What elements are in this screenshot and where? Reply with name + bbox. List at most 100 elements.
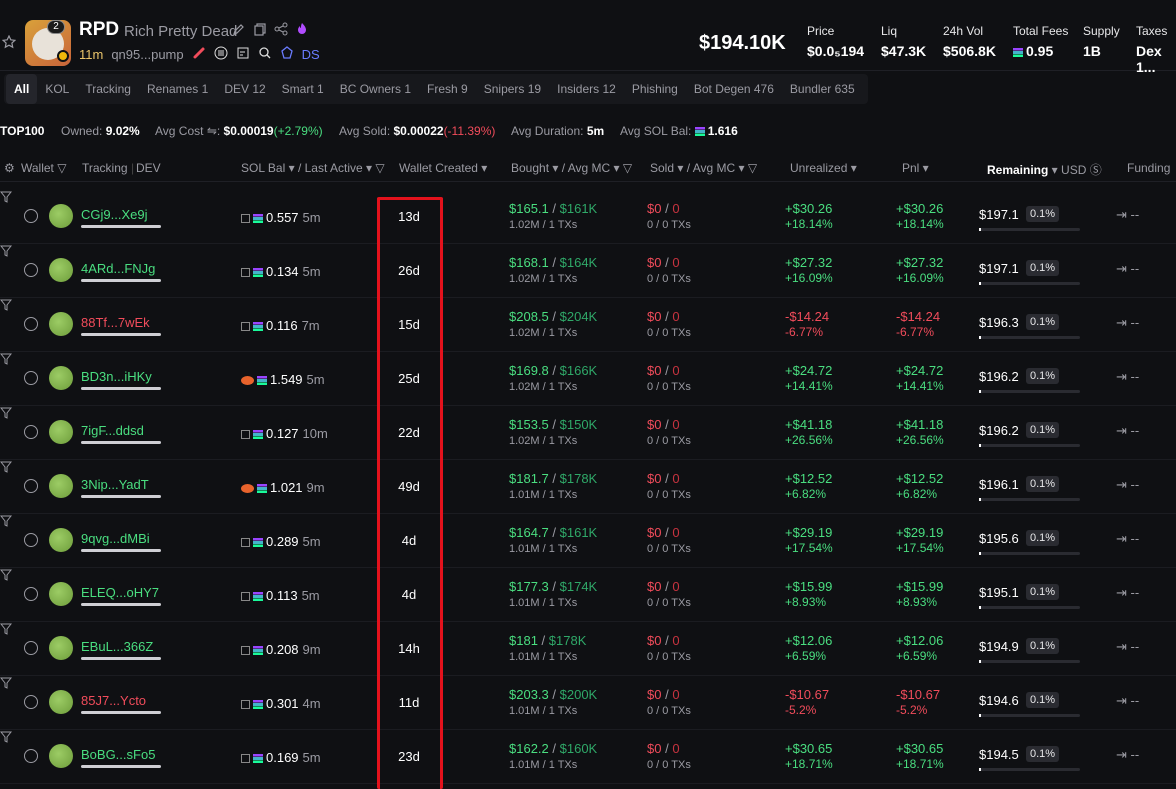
funding-cell[interactable]: ⇥ -- — [1116, 261, 1139, 277]
table-row[interactable]: 7igF...ddsd 0.127 10m 22d $153.5 / $150K 1.02… — [0, 406, 1176, 460]
tab-dev-12[interactable]: DEV 12 — [216, 74, 273, 104]
list-icon[interactable] — [24, 641, 38, 655]
filter-icon[interactable] — [0, 515, 13, 527]
list-icon[interactable] — [24, 695, 38, 709]
list-icon[interactable] — [214, 46, 228, 63]
funding-cell[interactable]: ⇥ -- — [1116, 531, 1139, 547]
filter-icon[interactable]: ▽ — [623, 161, 632, 175]
funding-icon[interactable]: ⇥ — [1116, 585, 1127, 600]
tab-snipers-19[interactable]: Snipers 19 — [476, 74, 549, 104]
funding-icon[interactable]: ⇥ — [1116, 369, 1127, 384]
wallet-address[interactable]: BD3n...iHKy — [81, 369, 152, 384]
funding-cell[interactable]: ⇥ -- — [1116, 477, 1139, 493]
token-address[interactable]: qn95...pump — [111, 47, 183, 62]
tab-bundler-635[interactable]: Bundler 635 — [782, 74, 863, 104]
filter-icon[interactable] — [0, 569, 13, 581]
pump-icon[interactable] — [192, 46, 206, 63]
col-funding[interactable]: Funding — [1127, 161, 1170, 175]
tab-bot-degen-476[interactable]: Bot Degen 476 — [686, 74, 782, 104]
wallet-address[interactable]: 3Nip...YadT — [81, 477, 149, 492]
funding-cell[interactable]: ⇥ -- — [1116, 423, 1139, 439]
tab-all[interactable]: All — [6, 74, 38, 104]
col-pnl[interactable]: Pnl ▾ — [902, 161, 929, 175]
wallet-address[interactable]: 88Tf...7wEk — [81, 315, 150, 330]
settings-icon[interactable]: ⚙ — [4, 161, 15, 175]
funding-cell[interactable]: ⇥ -- — [1116, 693, 1139, 709]
col-sold[interactable]: Sold ▾ / Avg MC ▾ ▽ — [650, 161, 757, 175]
col-remaining[interactable]: Remaining ▾ USD Ⓢ — [987, 161, 1102, 178]
filter-icon[interactable]: ▽ — [57, 161, 66, 175]
tab-insiders-12[interactable]: Insiders 12 — [549, 74, 624, 104]
funding-cell[interactable]: ⇥ -- — [1116, 315, 1139, 331]
search-icon[interactable] — [258, 46, 272, 63]
tab-phishing[interactable]: Phishing — [624, 74, 686, 104]
col-sol-bal[interactable]: SOL Bal ▾ / Last Active ▾ ▽ — [241, 161, 385, 175]
funding-icon[interactable]: ⇥ — [1116, 693, 1127, 708]
wallet-address[interactable]: 9qvg...dMBi — [81, 531, 150, 546]
tab-kol[interactable]: KOL — [37, 74, 77, 104]
tab-fresh-9[interactable]: Fresh 9 — [419, 74, 476, 104]
table-row[interactable]: 4ARd...FNJg 0.134 5m 26d $168.1 / $164K 1.02M… — [0, 244, 1176, 298]
col-tracking[interactable]: Tracking — [82, 161, 128, 175]
list-icon[interactable] — [24, 479, 38, 493]
list-icon[interactable] — [24, 533, 38, 547]
dexscreener-icon[interactable] — [280, 46, 294, 63]
filter-icon[interactable] — [0, 299, 13, 311]
funding-cell[interactable]: ⇥ -- — [1116, 369, 1139, 385]
list-icon[interactable] — [24, 425, 38, 439]
wallet-address[interactable]: 4ARd...FNJg — [81, 261, 155, 276]
filter-icon[interactable] — [0, 353, 13, 365]
share-icon[interactable] — [274, 22, 288, 36]
table-row[interactable]: BD3n...iHKy 1.549 5m 25d $169.8 / $166K 1.02M… — [0, 352, 1176, 406]
wallet-address[interactable]: BoBG...sFo5 — [81, 747, 155, 762]
funding-cell[interactable]: ⇥ -- — [1116, 207, 1139, 223]
filter-icon[interactable] — [0, 731, 13, 743]
edit-note-icon[interactable] — [236, 46, 250, 63]
funding-cell[interactable]: ⇥ -- — [1116, 747, 1139, 763]
wallet-address[interactable]: 7igF...ddsd — [81, 423, 144, 438]
filter-icon[interactable] — [0, 677, 13, 689]
table-row[interactable]: 85J7...Ycto 0.301 4m 11d $203.3 / $200K 1.01M… — [0, 676, 1176, 730]
copy-icon[interactable] — [253, 22, 267, 36]
ds-link[interactable]: DS — [302, 47, 320, 62]
col-wallet-created[interactable]: Wallet Created ▾ — [399, 161, 487, 175]
table-row[interactable]: 88Tf...7wEk 0.116 7m 15d $208.5 / $204K 1.02M… — [0, 298, 1176, 352]
list-icon[interactable] — [24, 263, 38, 277]
star-icon[interactable] — [2, 35, 16, 49]
tab-bc-owners-1[interactable]: BC Owners 1 — [332, 74, 419, 104]
currency-toggle-icon[interactable]: Ⓢ — [1090, 163, 1102, 177]
filter-icon[interactable]: ▽ — [375, 161, 384, 175]
table-row[interactable]: 9qvg...dMBi 0.289 5m 4d $164.7 / $161K 1.01M … — [0, 514, 1176, 568]
filter-icon[interactable] — [0, 407, 13, 419]
wallet-address[interactable]: ELEQ...oHY7 — [81, 585, 159, 600]
table-row[interactable]: CGj9...Xe9j 0.557 5m 13d $165.1 / $161K 1.02M… — [0, 190, 1176, 244]
token-avatar[interactable]: 2 — [25, 20, 71, 66]
funding-icon[interactable]: ⇥ — [1116, 477, 1127, 492]
funding-icon[interactable]: ⇥ — [1116, 315, 1127, 330]
filter-icon[interactable]: ▽ — [748, 161, 757, 175]
funding-cell[interactable]: ⇥ -- — [1116, 585, 1139, 601]
wallet-address[interactable]: EBuL...366Z — [81, 639, 153, 654]
funding-icon[interactable]: ⇥ — [1116, 639, 1127, 654]
tab-smart-1[interactable]: Smart 1 — [274, 74, 332, 104]
list-icon[interactable] — [24, 371, 38, 385]
filter-icon[interactable] — [0, 245, 13, 257]
filter-icon[interactable] — [0, 623, 13, 635]
filter-icon[interactable] — [0, 461, 13, 473]
list-icon[interactable] — [24, 317, 38, 331]
wallet-address[interactable]: 85J7...Ycto — [81, 693, 146, 708]
wallet-address[interactable]: CGj9...Xe9j — [81, 207, 147, 222]
funding-icon[interactable]: ⇥ — [1116, 747, 1127, 762]
tab-tracking[interactable]: Tracking — [77, 74, 139, 104]
list-icon[interactable] — [24, 587, 38, 601]
table-row[interactable]: 3Nip...YadT 1.021 9m 49d $181.7 / $178K 1.01M… — [0, 460, 1176, 514]
filter-icon[interactable] — [0, 191, 13, 203]
list-icon[interactable] — [24, 209, 38, 223]
list-icon[interactable] — [24, 749, 38, 763]
col-dev[interactable]: DEV — [136, 161, 161, 175]
edit-icon[interactable] — [232, 22, 246, 36]
funding-icon[interactable]: ⇥ — [1116, 423, 1127, 438]
col-bought[interactable]: Bought ▾ / Avg MC ▾ ▽ — [511, 161, 632, 175]
funding-icon[interactable]: ⇥ — [1116, 261, 1127, 276]
funding-icon[interactable]: ⇥ — [1116, 207, 1127, 222]
